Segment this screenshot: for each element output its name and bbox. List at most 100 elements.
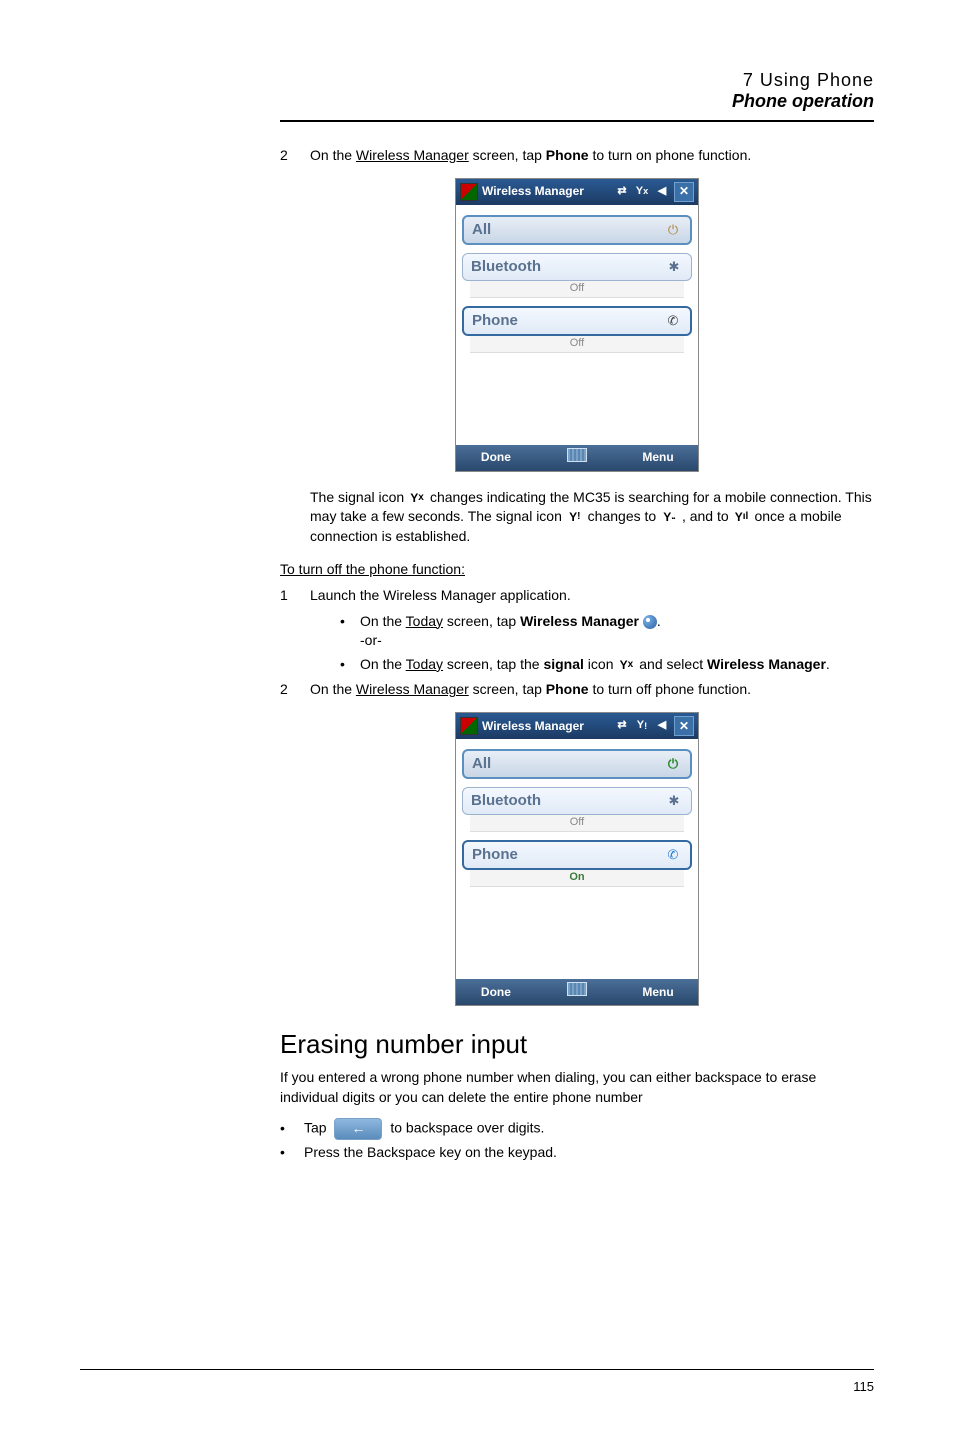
done-softkey: Done	[456, 984, 536, 1001]
screenshot-phone-on: Wireless Manager ⇄ Y! ◀ ✕ All ⏻	[280, 712, 874, 1006]
header-rule	[280, 120, 874, 122]
bullet-press-backspace: • Press the Backspace key on the keypad.	[280, 1143, 874, 1163]
step-num: 2	[280, 146, 310, 166]
link-wireless-manager: Wireless Manager	[356, 681, 469, 697]
link-today: Today	[406, 656, 443, 672]
signal-bars-icon: Yıl	[733, 510, 751, 524]
done-softkey: Done	[456, 449, 536, 466]
bluetooth-button: Bluetooth ✱	[462, 787, 692, 815]
signal-excl-icon: Y!	[634, 718, 650, 734]
phone-off-icon: ✆	[664, 312, 682, 330]
bluetooth-status: Off	[470, 815, 684, 832]
bullet-text: Tap ← to backspace over digits.	[304, 1118, 544, 1140]
page-number: 115	[853, 1379, 874, 1394]
backspace-button-icon: ←	[334, 1118, 382, 1140]
t: On the	[310, 681, 356, 697]
menu-softkey: Menu	[618, 984, 698, 1001]
power-on-icon: ⏻	[664, 755, 682, 773]
t: to turn off phone function.	[589, 681, 751, 697]
t: Tap	[304, 1119, 330, 1135]
power-off-icon: ⏻	[664, 221, 682, 239]
phone-label: Phone	[472, 310, 518, 331]
wireless-manager-icon	[643, 615, 657, 629]
t: .	[657, 613, 661, 629]
step-1-off: 1 Launch the Wireless Manager applicatio…	[280, 586, 874, 606]
t: On the	[360, 656, 406, 672]
step-text: On the Wireless Manager screen, tap Phon…	[310, 680, 874, 700]
bold-wm: Wireless Manager	[520, 613, 639, 629]
signal-dots-icon: Y..	[660, 510, 678, 524]
all-label: All	[472, 219, 491, 240]
bullet-tap-backspace: • Tap ← to backspace over digits.	[280, 1118, 874, 1140]
step-text: Launch the Wireless Manager application.	[310, 586, 874, 606]
t: , and to	[682, 508, 733, 524]
bluetooth-label: Bluetooth	[471, 256, 541, 277]
bullet-icon: •	[340, 612, 360, 632]
t: to turn on phone function.	[589, 147, 752, 163]
bluetooth-status: Off	[470, 281, 684, 298]
step-text: On the Wireless Manager screen, tap Phon…	[310, 146, 874, 166]
connectivity-icon: ⇄	[614, 184, 630, 200]
start-icon	[460, 717, 478, 735]
bold-phone: Phone	[546, 147, 589, 163]
t: screen, tap	[469, 147, 546, 163]
bullet-text: On the Today screen, tap Wireless Manage…	[360, 612, 661, 651]
header-section: Phone operation	[280, 91, 874, 112]
erasing-paragraph: If you entered a wrong phone number when…	[280, 1068, 874, 1107]
phone-on-icon: ✆	[664, 846, 682, 864]
t: .	[826, 656, 830, 672]
or-text: -or-	[360, 631, 661, 651]
t: screen, tap the	[443, 656, 543, 672]
softkey-bar: Done Menu	[456, 979, 698, 1005]
turn-off-heading: To turn off the phone function:	[280, 561, 465, 577]
phone-label: Phone	[472, 844, 518, 865]
erasing-heading: Erasing number input	[280, 1026, 874, 1062]
link-wireless-manager: Wireless Manager	[356, 147, 469, 163]
all-button: All ⏻	[462, 215, 692, 245]
keyboard-icon	[536, 448, 618, 468]
t: screen, tap	[469, 681, 546, 697]
close-icon: ✕	[674, 716, 694, 736]
t: On the	[310, 147, 356, 163]
close-icon: ✕	[674, 182, 694, 202]
bluetooth-off-icon: ✱	[665, 792, 683, 810]
t: changes to	[588, 508, 660, 524]
phone-button: Phone ✆	[462, 306, 692, 336]
bullet-icon: •	[340, 655, 360, 675]
t: The signal icon	[310, 489, 408, 505]
t: icon	[584, 656, 617, 672]
all-button: All ⏻	[462, 749, 692, 779]
volume-icon: ◀	[654, 718, 670, 734]
start-icon	[460, 183, 478, 201]
volume-icon: ◀	[654, 184, 670, 200]
link-today: Today	[406, 613, 443, 629]
step-2-off: 2 On the Wireless Manager screen, tap Ph…	[280, 680, 874, 700]
titlebar: Wireless Manager ⇄ Yx ◀ ✕	[456, 179, 698, 205]
phone-status: Off	[470, 336, 684, 353]
menu-softkey: Menu	[618, 449, 698, 466]
t: On the	[360, 613, 406, 629]
keyboard-icon	[536, 982, 618, 1002]
screenshot-phone-off: Wireless Manager ⇄ Yx ◀ ✕ All ⏻	[280, 178, 874, 472]
footer-rule	[80, 1369, 874, 1370]
bluetooth-button: Bluetooth ✱	[462, 253, 692, 281]
bold-phone: Phone	[546, 681, 589, 697]
bluetooth-label: Bluetooth	[471, 790, 541, 811]
title-text: Wireless Manager	[482, 718, 584, 735]
bullet-icon: •	[280, 1143, 304, 1163]
bluetooth-off-icon: ✱	[665, 258, 683, 276]
all-label: All	[472, 753, 491, 774]
title-text: Wireless Manager	[482, 183, 584, 200]
step-2-on: 2 On the Wireless Manager screen, tap Ph…	[280, 146, 874, 166]
step-num: 2	[280, 680, 310, 700]
t: to backspace over digits.	[390, 1119, 544, 1135]
step-num: 1	[280, 586, 310, 606]
signal-paragraph: The signal icon Yx changes indicating th…	[310, 488, 874, 547]
softkey-bar: Done Menu	[456, 445, 698, 471]
signal-x-icon: Yx	[617, 658, 635, 672]
header-chapter: 7 Using Phone	[280, 70, 874, 91]
bold-wm: Wireless Manager	[707, 656, 826, 672]
connectivity-icon: ⇄	[614, 718, 630, 734]
bullet-text: Press the Backspace key on the keypad.	[304, 1143, 557, 1163]
bullet-text: On the Today screen, tap the signal icon…	[360, 655, 830, 675]
